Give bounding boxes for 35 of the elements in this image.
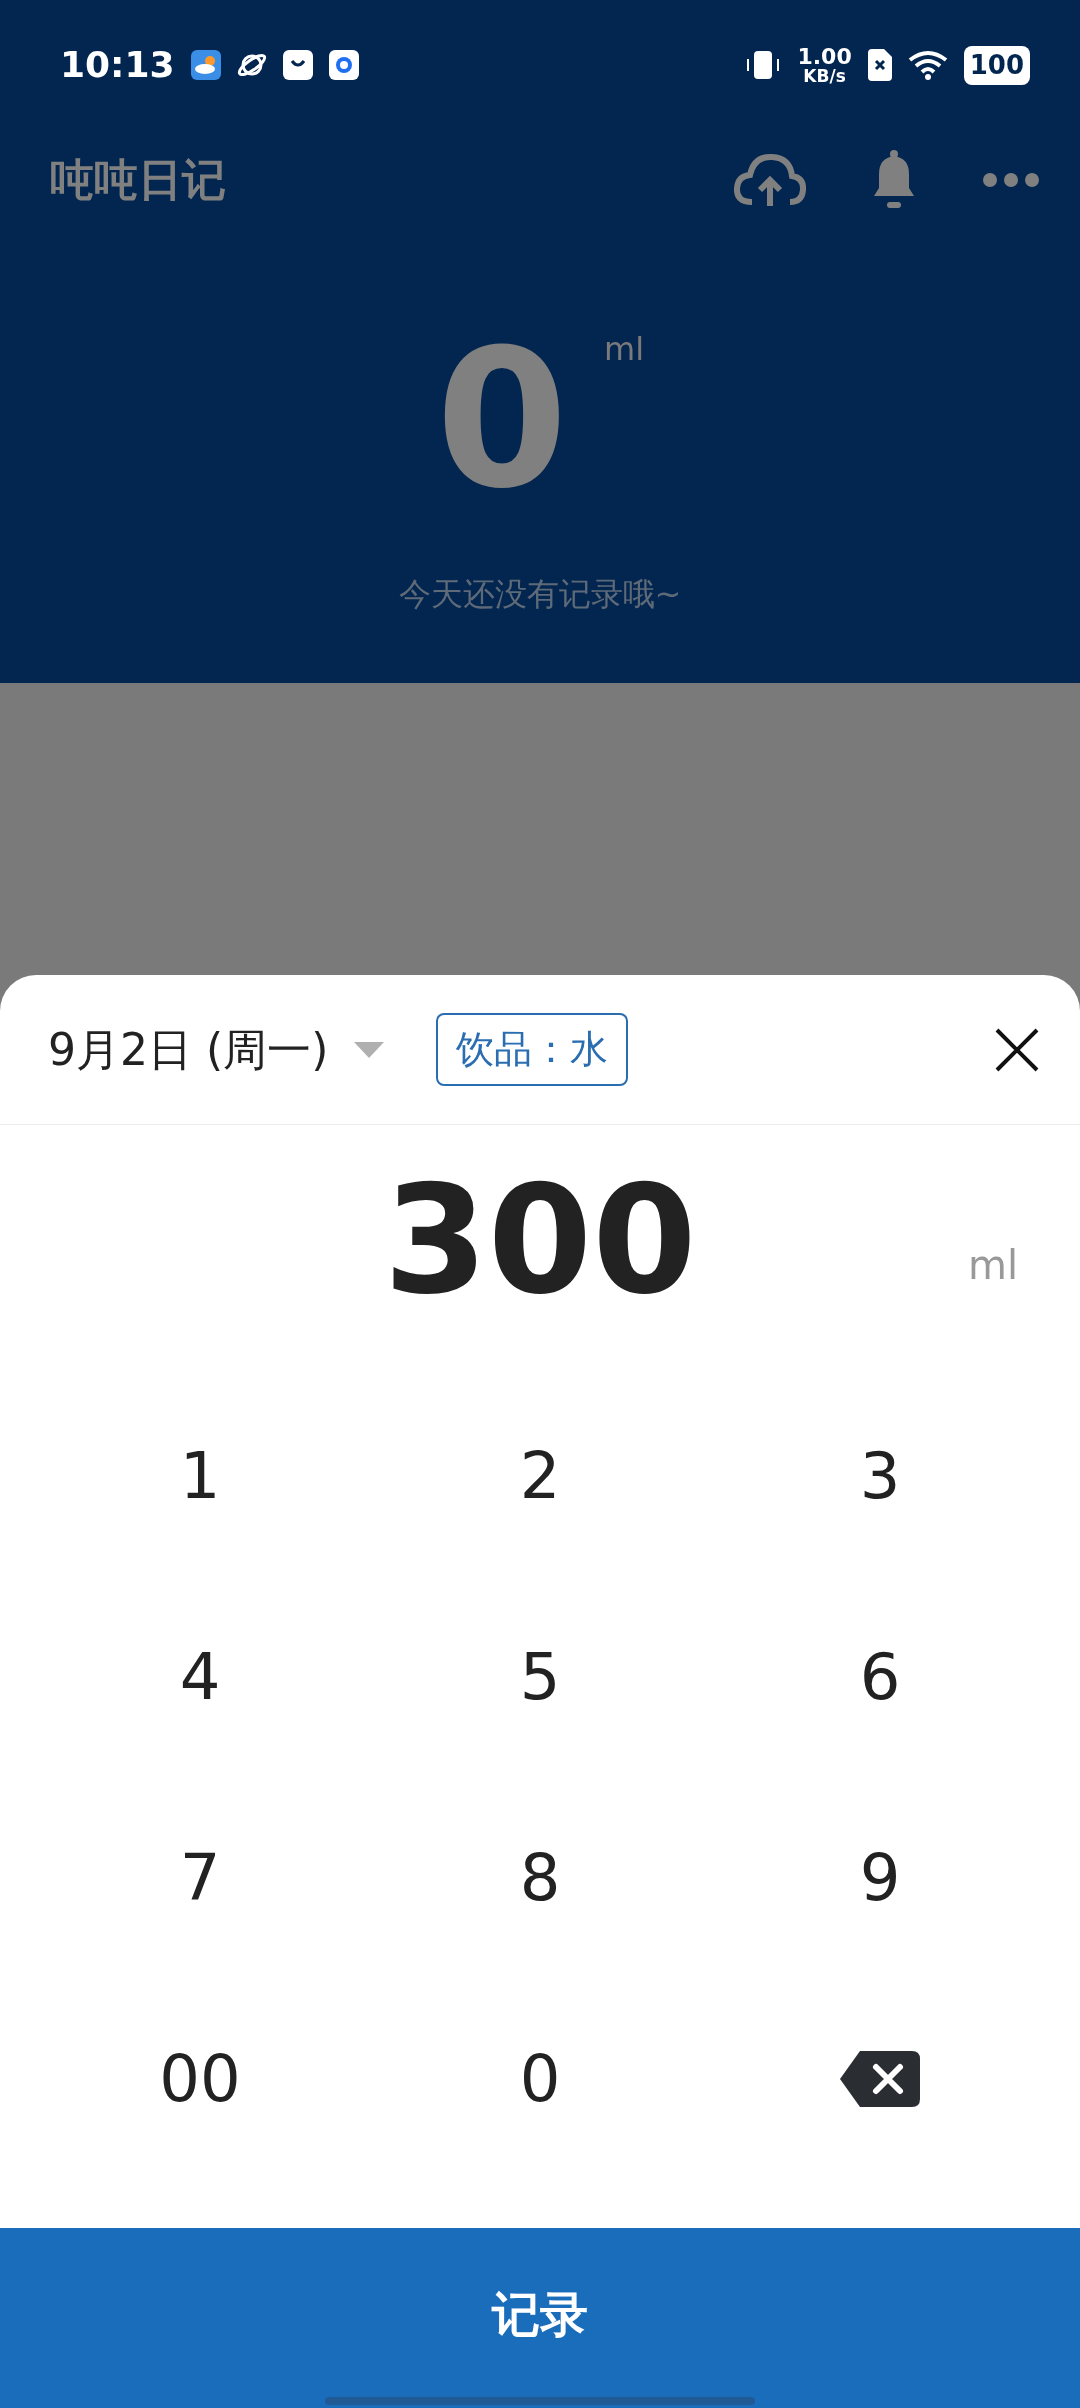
weather-icon xyxy=(190,50,221,80)
keypad-key[interactable]: 9 xyxy=(710,1777,1050,1978)
cloud-upload-icon[interactable] xyxy=(734,152,806,208)
keypad-key[interactable]: 0 xyxy=(370,1978,710,2179)
amount-display: 300 xyxy=(383,1165,697,1315)
keypad-key[interactable]: 3 xyxy=(710,1375,1050,1576)
close-icon[interactable] xyxy=(994,1026,1040,1073)
summary-message: 今天还没有记录哦~ xyxy=(398,574,682,615)
summary-unit: ml xyxy=(604,329,645,370)
dropdown-caret-icon xyxy=(354,1041,385,1058)
keypad-key[interactable]: 7 xyxy=(30,1777,370,1978)
net-speed-unit: KB/s xyxy=(803,67,846,85)
sim-icon xyxy=(867,49,892,81)
keypad-key[interactable]: 5 xyxy=(370,1576,710,1777)
summary-amount: 0 xyxy=(435,325,569,515)
date-picker[interactable]: 9月2日 (周一) xyxy=(48,1016,385,1083)
app-title: 吨吨日记 xyxy=(50,153,226,207)
backspace-icon xyxy=(838,2048,922,2109)
more-icon[interactable] xyxy=(982,172,1040,188)
keypad-key[interactable]: 00 xyxy=(30,1978,370,2179)
vibrate-icon xyxy=(745,49,782,81)
battery-indicator: 100 xyxy=(963,45,1030,85)
keypad-key[interactable]: 8 xyxy=(370,1777,710,1978)
bag-icon xyxy=(282,50,313,80)
keypad-key[interactable]: 2 xyxy=(370,1375,710,1576)
record-button[interactable]: 记录 xyxy=(0,2228,1080,2408)
keypad-key[interactable]: 6 xyxy=(710,1576,1050,1777)
app-icon xyxy=(328,50,359,80)
keypad-key[interactable]: 4 xyxy=(30,1576,370,1777)
status-time: 10:13 xyxy=(60,43,175,87)
drink-tag[interactable]: 饮品：水 xyxy=(436,1013,629,1086)
net-speed-value: 1.00 xyxy=(797,45,852,68)
amount-unit: ml xyxy=(967,1241,1018,1290)
keypad-key[interactable]: 1 xyxy=(30,1375,370,1576)
wifi-icon xyxy=(907,50,948,80)
